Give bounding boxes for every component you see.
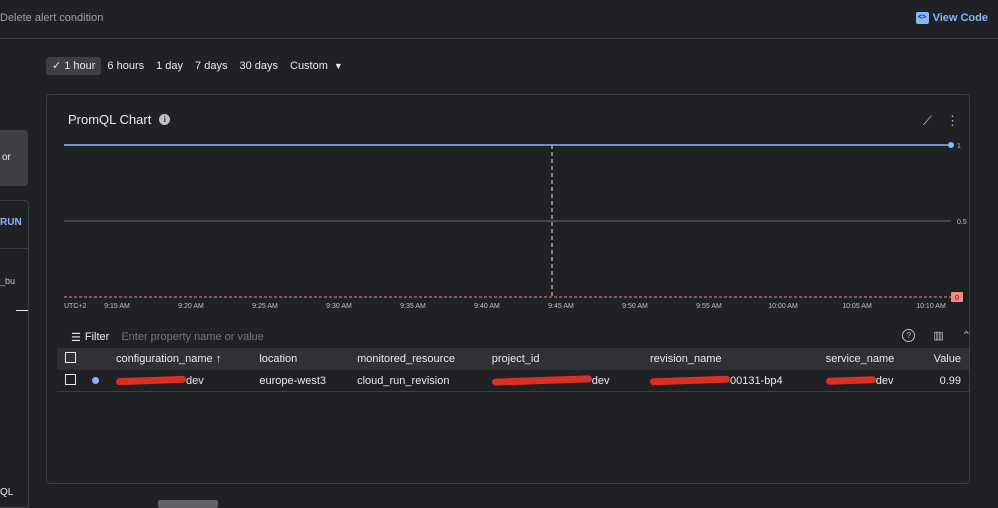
help-icon[interactable]: ?: [902, 329, 916, 342]
x-tick-label: 9:45 AM: [548, 303, 574, 310]
cell-project-id: dev: [483, 370, 642, 392]
x-tick-label: 10:00 AM: [768, 303, 798, 310]
divider: [0, 248, 28, 249]
cell-location: europe-west3: [251, 370, 350, 392]
column-header-configuration-name[interactable]: configuration_name ↑: [108, 348, 252, 370]
chart-card: PromQL Chart i ⟋ ⋮ 1 0.5 0 9:15 AM 9:20 AM 9:…: [46, 94, 971, 484]
y-tick-label: 0.5: [957, 219, 967, 226]
run-query-button[interactable]: RUN: [0, 217, 22, 228]
column-header-service-name[interactable]: service_name: [817, 348, 918, 370]
time-range-1-hour[interactable]: ✓ 1 hour: [46, 57, 102, 75]
promql-chart: 1 0.5 0 9:15 AM 9:20 AM 9:25 AM 9:30 AM 9:35 AM…: [64, 142, 967, 310]
timezone-label: UTC+2: [64, 303, 86, 310]
columns-icon[interactable]: ▥: [933, 329, 943, 342]
x-tick-label: 9:20 AM: [178, 303, 204, 310]
x-tick-label: 9:55 AM: [696, 303, 722, 310]
time-range-30-days[interactable]: 30 days: [233, 57, 284, 75]
filter-label: Filter: [84, 331, 110, 343]
top-bar: Delete alert condition <> View Code: [0, 0, 998, 39]
x-tick-label: 10:10 AM: [916, 303, 946, 310]
cell-monitored-resource: cloud_run_revision: [349, 370, 484, 392]
chart-title: PromQL Chart: [68, 112, 152, 127]
filter-icon: ☰: [71, 331, 81, 344]
time-range-selector: ✓ 1 hour 6 hours 1 day 7 days 30 days Cus…: [46, 57, 349, 75]
table-header-row: configuration_name ↑ location monitored_…: [57, 348, 969, 370]
column-header-project-id[interactable]: project_id: [483, 348, 642, 370]
cell-value: 0.99: [917, 370, 969, 392]
bottom-chip: [158, 500, 218, 508]
x-tick-label: 10:05 AM: [842, 303, 872, 310]
left-query-panel: [0, 200, 29, 508]
x-tick-label: 9:35 AM: [400, 303, 426, 310]
column-header-location[interactable]: location: [251, 348, 350, 370]
time-range-1-day[interactable]: 1 day: [150, 57, 189, 75]
view-code-label: View Code: [932, 12, 988, 24]
chart-explore-icon[interactable]: ⟋: [923, 113, 932, 129]
redaction-mark: [649, 375, 731, 386]
redaction-mark: [825, 376, 876, 385]
left-query-text: _bu: [0, 276, 16, 286]
left-promql-tab[interactable]: QL: [0, 487, 13, 498]
x-tick-label: 9:15 AM: [104, 303, 130, 310]
left-info-text: or: [2, 152, 11, 163]
code-icon: <>: [915, 12, 929, 24]
cell-revision-name: 00131-bp4: [641, 370, 818, 392]
x-tick-label: 9:40 AM: [474, 303, 500, 310]
y-tick-label: 0: [955, 295, 959, 302]
table-row[interactable]: dev europe-west3 cloud_run_revision dev …: [57, 370, 969, 392]
select-all-checkbox-cell: [57, 348, 84, 370]
chevron-down-icon: ▼: [333, 61, 343, 71]
sort-arrow-up-icon: ↑: [215, 353, 222, 365]
filter-input[interactable]: [121, 331, 422, 343]
more-options-icon[interactable]: ⋮: [946, 113, 959, 129]
filter-bar: ☰ Filter ? ▥ ⌃: [71, 327, 971, 347]
delete-alert-condition-button[interactable]: Delete alert condition: [0, 12, 103, 24]
check-icon: ✓: [52, 60, 62, 72]
time-range-6-hours[interactable]: 6 hours: [101, 57, 150, 75]
time-range-custom[interactable]: Custom ▼: [284, 57, 349, 75]
select-all-checkbox[interactable]: [65, 352, 76, 363]
row-checkbox[interactable]: [65, 373, 76, 385]
series-end-point: [948, 142, 954, 148]
cell-service-name: dev: [817, 370, 918, 392]
table-tools: ? ▥ ⌃: [902, 329, 971, 342]
time-range-7-days[interactable]: 7 days: [189, 57, 233, 75]
results-table: configuration_name ↑ location monitored_…: [57, 348, 969, 392]
redaction-mark: [115, 375, 187, 386]
x-tick-label: 9:50 AM: [622, 303, 648, 310]
view-code-button[interactable]: <> View Code: [915, 12, 988, 24]
x-tick-label: 9:30 AM: [326, 303, 352, 310]
info-icon[interactable]: i: [159, 114, 171, 125]
cell-configuration-name: dev: [108, 370, 252, 392]
column-header-value[interactable]: Value: [917, 348, 969, 370]
column-header-monitored-resource[interactable]: monitored_resource: [349, 348, 484, 370]
redaction-mark: [491, 375, 592, 386]
divider: [16, 310, 28, 311]
chart-title-row: PromQL Chart i: [68, 112, 171, 127]
delete-alert-condition-label: Delete alert condition: [0, 12, 104, 24]
collapse-icon[interactable]: ⌃: [962, 329, 971, 342]
column-header-revision-name[interactable]: revision_name: [641, 348, 818, 370]
chart-toolbar: ⟋ ⋮: [923, 113, 959, 129]
y-tick-label: 1: [957, 143, 961, 150]
left-info-panel: or: [0, 130, 28, 186]
x-tick-label: 9:25 AM: [252, 303, 278, 310]
series-color-dot: [92, 376, 99, 384]
